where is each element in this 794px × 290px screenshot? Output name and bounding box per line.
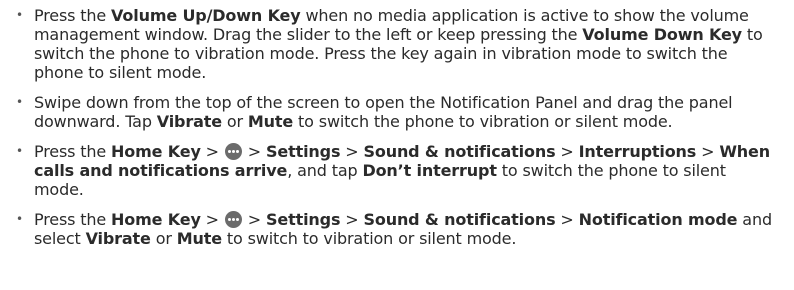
text-run: to switch to vibration or silent mode. <box>221 229 517 248</box>
bold-term: Volume Up/Down Key <box>111 6 301 25</box>
text-run: Press the <box>34 210 112 229</box>
manual-page: • Press the Volume Up/Down Key when no m… <box>0 0 794 290</box>
bold-term: Notification mode <box>578 210 738 229</box>
text-run: > <box>242 142 267 161</box>
bold-term: Home Key <box>111 210 201 229</box>
list-item-text: Press the Volume Up/Down Key when no med… <box>34 6 763 82</box>
text-run: or <box>150 229 177 248</box>
bullet-icon: • <box>16 8 23 22</box>
list-item: • Press the Home Key > > Settings > Soun… <box>16 142 780 199</box>
text-run: > <box>242 210 267 229</box>
text-run: > <box>200 210 224 229</box>
text-run: , and tap <box>287 161 363 180</box>
list-item: • Swipe down from the top of the screen … <box>16 93 780 131</box>
instruction-list: • Press the Volume Up/Down Key when no m… <box>16 6 780 248</box>
apps-icon <box>224 143 242 160</box>
list-item-text: Swipe down from the top of the screen to… <box>34 93 733 131</box>
bold-term: Home Key <box>111 142 201 161</box>
bold-term: Mute <box>247 112 294 131</box>
list-item: • Press the Volume Up/Down Key when no m… <box>16 6 780 82</box>
text-run: Press the <box>34 6 112 25</box>
list-item-text: Press the Home Key > > Settings > Sound … <box>34 142 770 199</box>
bold-term: Settings <box>266 142 341 161</box>
text-run: > <box>340 142 364 161</box>
list-item-text: Press the Home Key > > Settings > Sound … <box>34 210 772 248</box>
bold-term: Settings <box>266 210 341 229</box>
bold-term: Mute <box>176 229 222 248</box>
bold-term: Volume Down Key <box>582 25 742 44</box>
text-run: > <box>555 142 579 161</box>
text-run: Press the <box>34 142 112 161</box>
text-run: to switch the phone to vibration or sile… <box>293 112 673 131</box>
text-run: > <box>340 210 364 229</box>
text-run: > <box>696 142 720 161</box>
apps-icon <box>224 211 242 228</box>
text-run: > <box>555 210 579 229</box>
text-run: > <box>200 142 224 161</box>
bold-term: Sound & notifications <box>363 210 556 229</box>
text-run: or <box>221 112 248 131</box>
bold-term: Don’t interrupt <box>362 161 497 180</box>
bold-term: Sound & notifications <box>363 142 556 161</box>
bold-term: Vibrate <box>85 229 151 248</box>
list-item: • Press the Home Key > > Settings > Soun… <box>16 210 780 248</box>
bullet-icon: • <box>16 212 23 226</box>
bullet-icon: • <box>16 95 23 109</box>
bold-term: Interruptions <box>578 142 697 161</box>
bold-term: Vibrate <box>156 112 222 131</box>
bullet-icon: • <box>16 144 23 158</box>
